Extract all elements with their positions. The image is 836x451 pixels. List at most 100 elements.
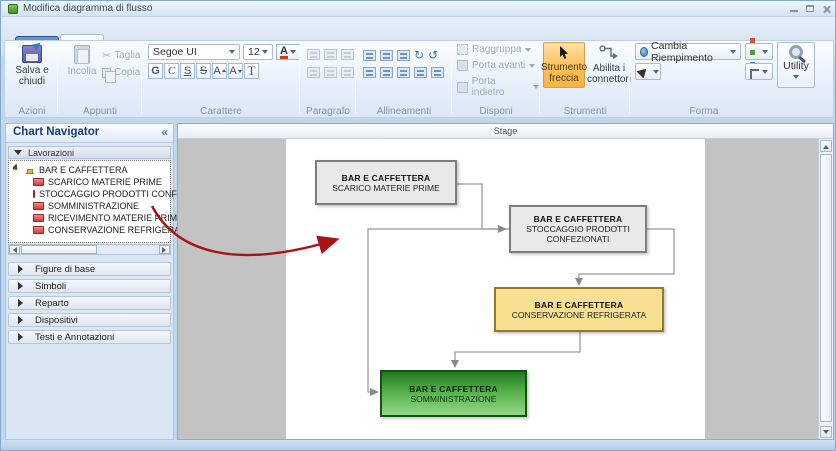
text-button[interactable]: T	[244, 63, 259, 79]
group-label-azioni: Azioni	[8, 106, 56, 117]
connector-conservazione-somministrazione	[455, 332, 580, 360]
tree-item[interactable]: RICEVIMENTO MATERIE PRIME	[33, 212, 191, 223]
bold-button[interactable]: G	[148, 63, 163, 79]
raggruppa-button[interactable]: Raggruppa	[457, 44, 531, 55]
font-style-toolbar: G C S S A A T	[148, 63, 259, 79]
tree-item-label: SCARICO MATERIE PRIME	[48, 177, 162, 187]
rotate-cw-icon[interactable]: ↻	[414, 49, 424, 61]
connector-style-button[interactable]	[745, 63, 773, 80]
text-align-center-icon[interactable]	[324, 67, 337, 78]
tree-item-label: CONSERVAZIONE REFRIGERATA	[48, 225, 190, 235]
process-icon	[33, 178, 44, 186]
font-color-button[interactable]: A	[276, 44, 300, 60]
align-center-icon[interactable]	[380, 50, 393, 61]
font-family-select[interactable]: Segoe UI	[148, 44, 240, 60]
tree-item[interactable]: SOMMINISTRAZIONE	[33, 200, 191, 211]
font-size-select[interactable]: 12	[243, 44, 273, 60]
node-title: BAR E CAFFETTERA	[409, 384, 498, 394]
collapse-panel-button[interactable]: «	[161, 125, 168, 139]
strikethrough-button[interactable]: S	[196, 63, 211, 79]
flow-node-stoccaggio[interactable]: BAR E CAFFETTERA STOCCAGGIO PRODOTTI CON…	[509, 205, 647, 253]
enable-connectors-button[interactable]: Abilita i connettori	[589, 42, 629, 88]
text-align-left-icon[interactable]	[307, 67, 320, 78]
navigator-header: Chart Navigator «	[6, 124, 173, 143]
fill-icon	[640, 47, 648, 57]
text-align-right-icon[interactable]	[341, 67, 354, 78]
distribute-horizontal-icon[interactable]	[414, 67, 427, 78]
raggruppa-label: Raggruppa	[472, 44, 521, 55]
valign-bottom-icon[interactable]	[341, 49, 354, 60]
stage-header: Stage	[178, 124, 833, 139]
tree-root-item[interactable]: BAR E CAFFETTERA	[13, 164, 171, 175]
change-fill-button[interactable]: Cambia Riempimento	[635, 43, 741, 60]
section-label: Testi e Annotazioni	[35, 332, 114, 343]
triangle-left-icon	[10, 247, 17, 253]
pen-icon	[637, 61, 654, 78]
font-size-value: 12	[248, 46, 260, 58]
section-dispositivi[interactable]: Dispositivi	[8, 313, 171, 327]
section-reparto[interactable]: Reparto	[8, 296, 171, 310]
align-middle-icon[interactable]	[380, 67, 393, 78]
flow-node-somministrazione[interactable]: BAR E CAFFETTERA SOMMINISTRAZIONE	[380, 370, 527, 417]
copy-button[interactable]: Copia	[102, 67, 140, 78]
align-top-icon[interactable]	[363, 67, 376, 78]
scroll-left-button[interactable]	[9, 245, 20, 254]
maximize-icon	[806, 5, 814, 12]
distribute-vertical-icon[interactable]	[431, 67, 444, 78]
arrowhead-icon	[370, 388, 379, 396]
tree-item[interactable]: CONSERVAZIONE REFRIGERATA	[33, 224, 191, 235]
flow-node-scarico[interactable]: BAR E CAFFETTERA SCARICO MATERIE PRIME	[315, 160, 457, 205]
shape-color-button[interactable]	[745, 43, 773, 60]
shrink-font-label: A	[229, 65, 236, 77]
scrollbar-thumb[interactable]	[21, 245, 97, 254]
enable-connectors-label: Abilita i connettori	[587, 63, 631, 85]
arrow-icon	[32, 37, 46, 51]
maximize-button[interactable]	[803, 4, 817, 14]
section-figure-di-base[interactable]: Figure di base	[8, 262, 171, 276]
align-right-icon[interactable]	[397, 50, 410, 61]
expander-icon[interactable]	[13, 164, 23, 175]
cut-button[interactable]: ✂ Taglia	[102, 49, 140, 62]
section-testi-e-annotazioni[interactable]: Testi e Annotazioni	[8, 330, 171, 344]
chevron-down-icon	[730, 50, 736, 57]
chevron-down-icon	[262, 50, 268, 57]
grow-font-button[interactable]: A	[212, 63, 227, 79]
utility-button[interactable]: Utility	[777, 42, 815, 88]
section-simboli[interactable]: Simboli	[8, 279, 171, 293]
chevron-down-icon	[762, 70, 768, 77]
tree-horizontal-scrollbar[interactable]	[8, 244, 171, 255]
section-lavorazioni[interactable]: Lavorazioni	[8, 146, 171, 159]
app-icon	[8, 4, 18, 14]
italic-button[interactable]: C	[164, 63, 179, 79]
diagram-canvas[interactable]: BAR E CAFFETTERA SCARICO MATERIE PRIME B…	[178, 139, 833, 439]
tree-item[interactable]: STOCCAGGIO PRODOTTI CONFEZIONATI	[33, 188, 191, 199]
porta-indietro-button[interactable]: Porta indietro	[457, 76, 539, 98]
flow-node-conservazione[interactable]: BAR E CAFFETTERA CONSERVAZIONE REFRIGERA…	[494, 287, 664, 332]
minimize-button[interactable]	[787, 4, 801, 14]
magnifier-icon	[789, 45, 803, 59]
underline-button[interactable]: S	[180, 63, 195, 79]
process-icon	[33, 190, 35, 198]
grow-font-label: A	[213, 65, 220, 77]
tree-item[interactable]: SCARICO MATERIE PRIME	[33, 176, 191, 187]
valign-top-icon[interactable]	[307, 49, 320, 60]
section-label: Dispositivi	[35, 315, 78, 326]
align-left-icon[interactable]	[363, 50, 376, 61]
align-bottom-icon[interactable]	[397, 67, 410, 78]
scroll-right-button[interactable]	[159, 245, 170, 254]
section-label: Figure di base	[35, 264, 95, 275]
save-close-button[interactable]: Salva e chiudi	[12, 45, 52, 87]
arrow-tool-button[interactable]: Strumento freccia	[543, 42, 585, 88]
chevron-down-icon	[290, 50, 296, 57]
cursor-arrow-icon	[558, 46, 570, 60]
valign-middle-icon[interactable]	[324, 49, 337, 60]
rotate-ccw-icon[interactable]: ↺	[428, 49, 438, 61]
group-label-disponi: Disponi	[453, 106, 539, 117]
shrink-font-button[interactable]: A	[228, 63, 243, 79]
line-style-button[interactable]	[635, 63, 661, 80]
close-button[interactable]	[819, 4, 833, 14]
connector-stoccaggio-somministrazione	[368, 229, 509, 392]
porta-avanti-button[interactable]: Porta avanti	[457, 60, 535, 71]
triangle-down-icon	[14, 150, 22, 159]
paste-button[interactable]: Incolla	[63, 45, 101, 77]
